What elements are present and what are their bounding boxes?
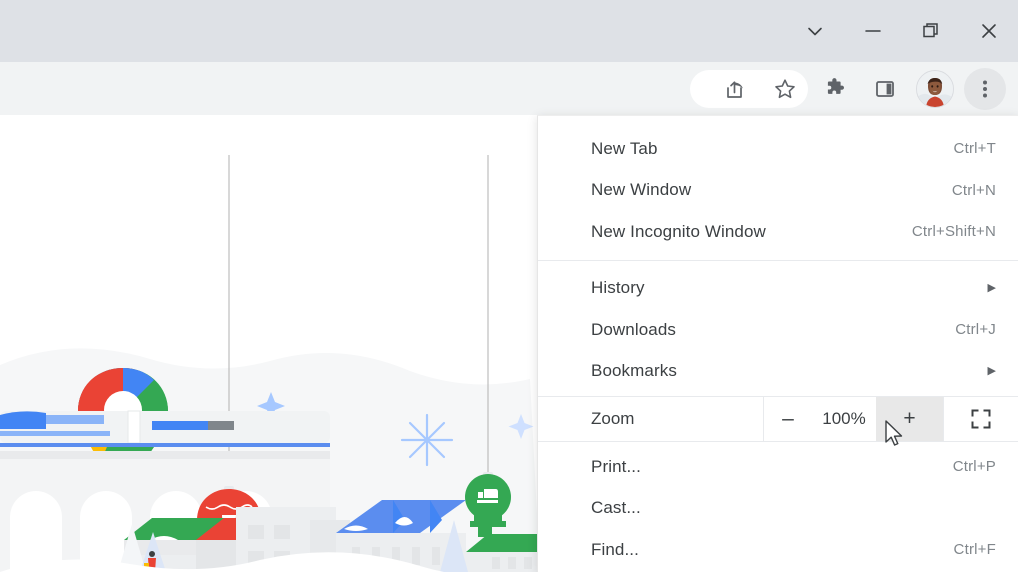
menu-item-label: History bbox=[591, 278, 645, 298]
side-panel-icon bbox=[872, 76, 898, 102]
close-icon bbox=[978, 20, 1000, 42]
menu-item-history[interactable]: History ▶ bbox=[538, 268, 1018, 310]
menu-item-shortcut: Ctrl+F bbox=[954, 541, 996, 558]
three-dot-menu-icon bbox=[972, 76, 998, 102]
fullscreen-icon bbox=[969, 407, 993, 431]
share-button[interactable] bbox=[710, 62, 760, 115]
menu-item-shortcut: Ctrl+Shift+N bbox=[912, 223, 996, 240]
menu-item-cast[interactable]: Cast... bbox=[538, 488, 1018, 530]
share-icon bbox=[722, 76, 748, 102]
avatar-photo bbox=[917, 71, 953, 107]
tab-strip bbox=[0, 0, 1018, 62]
bookmark-star-icon bbox=[772, 76, 798, 102]
chevron-right-icon: ▶ bbox=[988, 283, 996, 294]
menu-item-shortcut: Ctrl+N bbox=[952, 182, 996, 199]
bookmark-star-button[interactable] bbox=[760, 62, 810, 115]
extensions-puzzle-icon bbox=[822, 76, 848, 102]
menu-item-label: New Incognito Window bbox=[591, 222, 766, 242]
zoom-label: Zoom bbox=[591, 409, 634, 429]
zoom-in-button[interactable]: + bbox=[876, 397, 943, 441]
menu-item-label: Find... bbox=[591, 540, 639, 560]
profile-button[interactable] bbox=[910, 62, 960, 115]
menu-item-find[interactable]: Find... Ctrl+F bbox=[538, 529, 1018, 571]
zoom-level-value: 100% bbox=[812, 397, 876, 441]
chrome-menu-button[interactable] bbox=[960, 62, 1010, 115]
menu-item-shortcut: Ctrl+P bbox=[953, 458, 996, 475]
fullscreen-button[interactable] bbox=[944, 397, 1018, 441]
menu-item-print[interactable]: Print... Ctrl+P bbox=[538, 446, 1018, 488]
menu-item-new-incognito-window[interactable]: New Incognito Window Ctrl+Shift+N bbox=[538, 211, 1018, 253]
window-controls bbox=[786, 0, 1018, 62]
menu-item-shortcut: Ctrl+J bbox=[955, 321, 996, 338]
menu-item-bookmarks[interactable]: Bookmarks ▶ bbox=[538, 351, 1018, 393]
menu-item-downloads[interactable]: Downloads Ctrl+J bbox=[538, 309, 1018, 351]
menu-separator bbox=[538, 260, 1018, 261]
menu-item-label: New Tab bbox=[591, 139, 658, 159]
restore-icon bbox=[920, 20, 942, 42]
close-button[interactable] bbox=[960, 0, 1018, 62]
toolbar-action-icons bbox=[710, 62, 1010, 115]
menu-item-label: Bookmarks bbox=[591, 361, 677, 381]
browser-window: New Tab Ctrl+T New Window Ctrl+N New Inc… bbox=[0, 0, 1018, 572]
avatar bbox=[916, 70, 954, 108]
zoom-label-cell: Zoom bbox=[538, 397, 763, 441]
chrome-main-menu: New Tab Ctrl+T New Window Ctrl+N New Inc… bbox=[537, 115, 1018, 572]
extensions-button[interactable] bbox=[810, 62, 860, 115]
restore-button[interactable] bbox=[902, 0, 960, 62]
train bbox=[0, 411, 330, 447]
zoom-out-button[interactable]: – bbox=[764, 397, 812, 441]
side-panel-button[interactable] bbox=[860, 62, 910, 115]
menu-item-shortcut: Ctrl+T bbox=[954, 140, 996, 157]
menu-item-label: Print... bbox=[591, 457, 641, 477]
minimize-icon bbox=[862, 20, 884, 42]
menu-item-new-tab[interactable]: New Tab Ctrl+T bbox=[538, 128, 1018, 170]
menu-item-label: New Window bbox=[591, 180, 691, 200]
menu-item-new-window[interactable]: New Window Ctrl+N bbox=[538, 170, 1018, 212]
chevron-right-icon: ▶ bbox=[988, 366, 996, 377]
tab-search-button[interactable] bbox=[786, 0, 844, 62]
menu-row-zoom: Zoom – 100% + bbox=[538, 396, 1018, 442]
chevron-down-icon bbox=[804, 20, 826, 42]
menu-item-label: Downloads bbox=[591, 320, 676, 340]
minimize-button[interactable] bbox=[844, 0, 902, 62]
menu-item-label: Cast... bbox=[591, 498, 641, 518]
